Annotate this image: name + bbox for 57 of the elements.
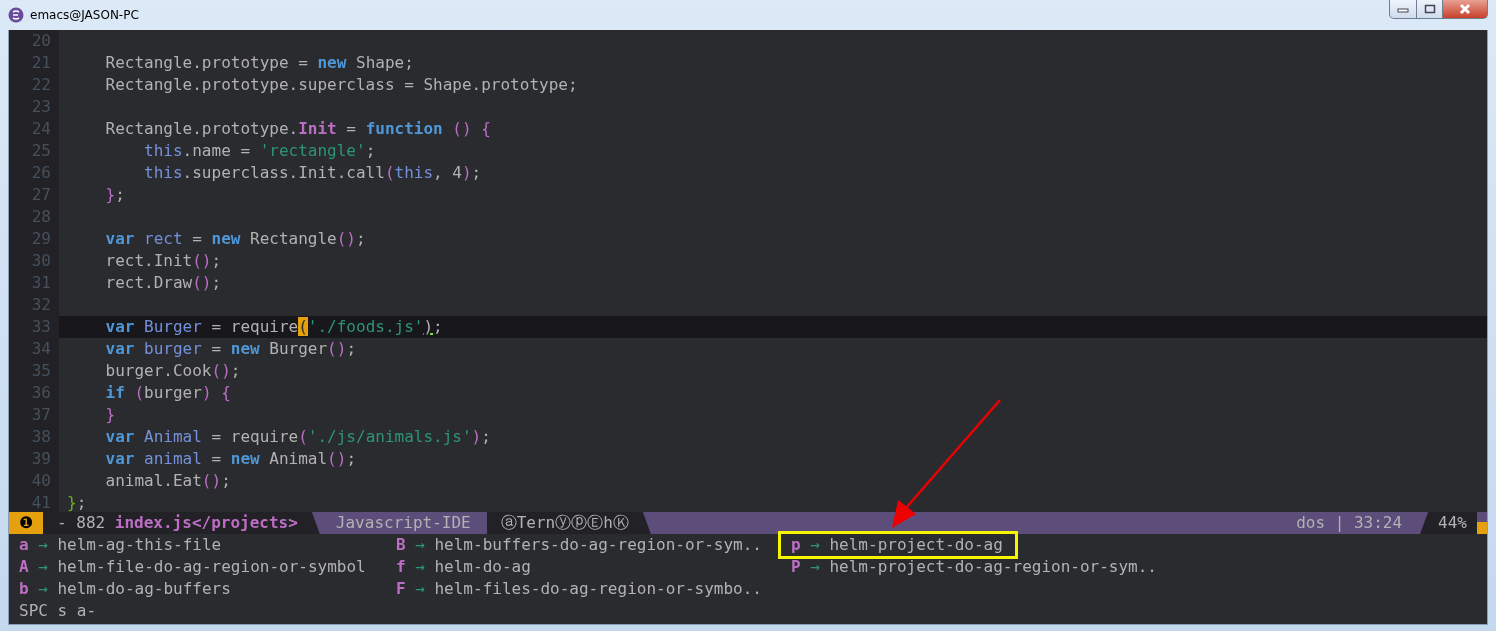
code-line: burger.Cook(); bbox=[104, 360, 242, 382]
code-line: rect.Draw(); bbox=[104, 272, 223, 294]
key-label: a bbox=[19, 534, 29, 556]
key-label: A bbox=[19, 556, 29, 578]
key-label: F bbox=[396, 578, 406, 600]
code-line: this.name = 'rectangle'; bbox=[143, 140, 377, 162]
buffer-status: dos | 33:24 bbox=[1296, 512, 1404, 534]
key-label: P bbox=[791, 556, 801, 578]
close-icon bbox=[1458, 3, 1472, 15]
major-mode: Javascript-IDE bbox=[334, 512, 472, 534]
buffer-name: - 882 index.js</projects> bbox=[43, 512, 320, 534]
arrow-glyph: → bbox=[415, 578, 425, 600]
echo-area: SPC s a- bbox=[9, 600, 1487, 622]
command-name[interactable]: helm-ag-this-file bbox=[57, 534, 222, 556]
code-line: animal.Eat(); bbox=[104, 470, 232, 492]
minimize-icon bbox=[1397, 5, 1409, 13]
command-name[interactable]: helm-do-ag bbox=[434, 556, 531, 578]
minor-modes: ⓐTernⓨⓟⒺhⓀ bbox=[486, 512, 651, 534]
key-label: f bbox=[396, 556, 406, 578]
arrow-glyph: → bbox=[415, 534, 425, 556]
maximize-button[interactable] bbox=[1417, 0, 1443, 19]
code-line: var Animal = require('./js/animals.js'); bbox=[104, 426, 492, 448]
buffer-percent: 44% bbox=[1420, 512, 1477, 534]
minimize-button[interactable] bbox=[1389, 0, 1417, 19]
key-label: b bbox=[19, 578, 29, 600]
arrow-glyph: → bbox=[415, 556, 425, 578]
code-line: if (burger) { bbox=[104, 382, 232, 404]
arrow-glyph: → bbox=[38, 534, 48, 556]
command-name[interactable]: helm-files-do-ag-region-or-symbo.. bbox=[434, 578, 762, 600]
code-line: var burger = new Burger(); bbox=[104, 338, 357, 360]
window-title: emacs@JASON-PC bbox=[30, 8, 139, 22]
app-icon bbox=[8, 7, 24, 23]
arrow-glyph: → bbox=[38, 556, 48, 578]
command-name[interactable]: helm-project-do-ag bbox=[829, 534, 1003, 556]
code-line: Rectangle.prototype.superclass = Shape.prototype; bbox=[104, 74, 579, 96]
code-line: }; bbox=[104, 184, 126, 206]
window-number-badge: ❶ bbox=[9, 512, 43, 534]
code-line: Rectangle.prototype = new Shape; bbox=[104, 52, 415, 74]
arrow-glyph: → bbox=[810, 534, 820, 556]
code-line: } bbox=[104, 404, 117, 426]
command-name[interactable]: helm-do-ag-buffers bbox=[57, 578, 231, 600]
code-line: var animal = new Animal(); bbox=[104, 448, 357, 470]
command-name[interactable]: helm-file-do-ag-region-or-symbol bbox=[57, 556, 366, 578]
arrow-glyph: → bbox=[38, 578, 48, 600]
maximize-icon bbox=[1423, 4, 1436, 14]
code-line: rect.Init(); bbox=[104, 250, 223, 272]
code-line: }; bbox=[66, 492, 88, 512]
key-label: B bbox=[396, 534, 406, 556]
code-line: this.superclass.Init.call(this, 4); bbox=[143, 162, 483, 184]
key-label: p bbox=[791, 534, 801, 556]
code-line: Rectangle.prototype.Init = function () { bbox=[104, 118, 492, 140]
command-name[interactable]: helm-project-do-ag-region-or-sym.. bbox=[829, 556, 1157, 578]
close-button[interactable] bbox=[1443, 0, 1488, 19]
scroll-indicator bbox=[1477, 522, 1487, 534]
command-name[interactable]: helm-buffers-do-ag-region-or-sym.. bbox=[434, 534, 762, 556]
code-line: var rect = new Rectangle(); bbox=[104, 228, 367, 250]
arrow-glyph: → bbox=[810, 556, 820, 578]
